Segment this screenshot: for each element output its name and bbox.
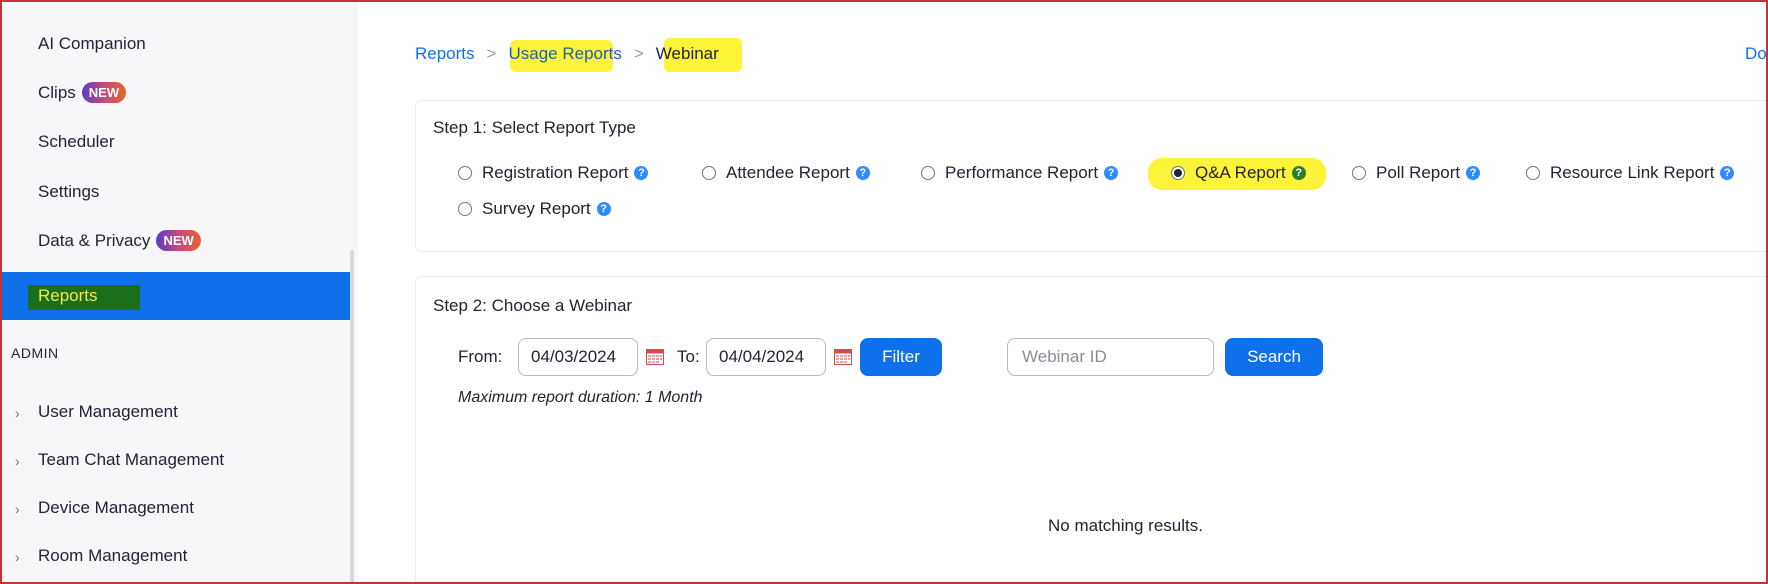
chevron-right-icon: › <box>15 549 20 565</box>
radio-label: Resource Link Report <box>1550 163 1715 182</box>
sidebar-item-label: Data & Privacy <box>38 231 151 250</box>
sidebar-item-label: Device Management <box>38 498 194 517</box>
calendar-icon[interactable] <box>646 348 664 365</box>
sidebar-item-device-management[interactable]: Device Management <box>38 493 194 523</box>
radio-label: Poll Report <box>1376 163 1461 182</box>
sidebar-item-label: Settings <box>38 182 100 201</box>
sidebar-item-label: User Management <box>38 402 178 421</box>
radio-button[interactable] <box>1526 166 1540 180</box>
help-icon[interactable]: ? <box>855 166 870 180</box>
sidebar-item-data-privacy[interactable]: Data & Privacy NEW <box>38 226 201 256</box>
breadcrumb-separator: > <box>633 44 644 63</box>
sidebar-item-label: AI Companion <box>38 34 146 53</box>
sidebar: AI Companion Clips NEW Scheduler Settings… <box>0 0 358 584</box>
help-icon[interactable]: ? <box>1466 166 1481 180</box>
radio-registration-report[interactable]: Registration Report ? <box>458 161 649 185</box>
sidebar-item-label: Clips <box>38 83 76 102</box>
radio-label: Registration Report <box>482 163 629 182</box>
sidebar-scrollbar[interactable] <box>350 250 354 584</box>
step2-card <box>415 276 1768 584</box>
radio-poll-report[interactable]: Poll Report ? <box>1352 161 1481 185</box>
breadcrumb-current: Webinar <box>655 44 719 63</box>
radio-label: Attendee Report <box>726 163 850 182</box>
radio-button[interactable] <box>702 166 716 180</box>
search-button[interactable]: Search <box>1225 338 1323 376</box>
radio-button[interactable] <box>921 166 935 180</box>
breadcrumb-reports-link[interactable]: Reports <box>415 44 475 63</box>
new-badge: NEW <box>81 82 127 103</box>
radio-label: Q&A Report <box>1195 163 1286 182</box>
sidebar-item-label: Reports <box>38 286 98 305</box>
radio-performance-report[interactable]: Performance Report ? <box>921 161 1119 185</box>
radio-button[interactable] <box>458 202 472 216</box>
from-label: From: <box>458 347 503 366</box>
radio-button[interactable] <box>1352 166 1366 180</box>
calendar-icon[interactable] <box>834 348 852 365</box>
max-duration-note: Maximum report duration: 1 Month <box>458 389 703 406</box>
chevron-right-icon: › <box>15 453 20 469</box>
sidebar-item-user-management[interactable]: User Management <box>38 397 178 427</box>
help-icon[interactable]: ? <box>1291 166 1306 180</box>
sidebar-item-label: Scheduler <box>38 132 115 151</box>
sidebar-item-room-management[interactable]: Room Management <box>38 541 187 571</box>
admin-section-title: ADMIN <box>11 345 59 361</box>
help-icon[interactable]: ? <box>1104 166 1119 180</box>
sidebar-item-reports[interactable]: Reports <box>2 272 350 320</box>
sidebar-item-settings[interactable]: Settings <box>38 177 99 207</box>
step1-title: Step 1: Select Report Type <box>433 118 636 137</box>
radio-qa-report[interactable]: Q&A Report ? <box>1171 161 1306 185</box>
radio-label: Performance Report <box>945 163 1099 182</box>
from-date-input[interactable]: 04/03/2024 <box>518 338 638 376</box>
sidebar-item-label: Room Management <box>38 546 188 565</box>
help-icon[interactable]: ? <box>1720 166 1735 180</box>
radio-button[interactable] <box>458 166 472 180</box>
help-icon[interactable]: ? <box>596 202 611 216</box>
new-badge: NEW <box>156 230 201 251</box>
sidebar-item-label: Team Chat Management <box>38 450 225 469</box>
step2-title: Step 2: Choose a Webinar <box>433 296 633 315</box>
sidebar-item-clips[interactable]: Clips NEW <box>38 78 127 108</box>
radio-attendee-report[interactable]: Attendee Report ? <box>702 161 870 185</box>
radio-survey-report[interactable]: Survey Report ? <box>458 197 611 221</box>
empty-results-message: No matching results. <box>1048 516 1203 535</box>
sidebar-item-ai-companion[interactable]: AI Companion <box>38 29 146 59</box>
chevron-right-icon: › <box>15 405 20 421</box>
chevron-right-icon: › <box>15 501 20 517</box>
webinar-id-input[interactable] <box>1007 338 1214 376</box>
to-date-input[interactable]: 04/04/2024 <box>706 338 826 376</box>
help-icon[interactable]: ? <box>634 166 649 180</box>
radio-resource-link-report[interactable]: Resource Link Report ? <box>1526 161 1735 185</box>
sidebar-item-team-chat-management[interactable]: Team Chat Management <box>38 445 224 475</box>
breadcrumb-separator: > <box>486 44 497 63</box>
breadcrumb-usage-reports-link[interactable]: Usage Reports <box>508 44 621 63</box>
breadcrumb: Reports > Usage Reports > Webinar <box>415 40 719 68</box>
sidebar-item-scheduler[interactable]: Scheduler <box>38 127 115 157</box>
download-link[interactable]: Do <box>1745 44 1767 64</box>
filter-button[interactable]: Filter <box>860 338 942 376</box>
to-label: To: <box>677 347 700 366</box>
radio-label: Survey Report <box>482 199 591 218</box>
radio-button-selected[interactable] <box>1171 166 1185 180</box>
